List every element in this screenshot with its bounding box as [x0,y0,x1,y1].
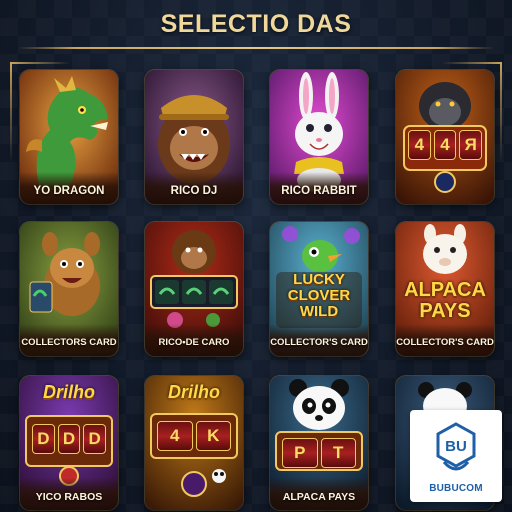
reel: D [32,424,55,454]
reel: Я [459,130,483,160]
game-card-rico-dj[interactable]: RICO DJ [145,70,243,204]
frame-corner-left [10,62,12,162]
reel: 4 [408,130,431,160]
reel: 4 [433,130,457,160]
reel: 4 [157,421,193,451]
reel: P [282,438,318,468]
frame-corner-right [500,62,502,162]
reel: D [83,424,107,454]
game-title: RICO•DE CARO [158,337,230,348]
brand-watermark: BU BUBUCOM [410,410,502,502]
bubu-logo-icon: BU [436,422,476,471]
game-title: RICO DJ [170,185,218,197]
game-card-drilho-slot[interactable]: Drilho 4 K [145,376,243,510]
game-title: ALPACA PAYS [282,491,356,503]
game-card-gorilla-slot[interactable]: 44Я [396,70,494,204]
game-card-alpaca-pays[interactable]: ALPACA PAYS COLLECTOR'S CARD [396,222,494,356]
slot-reels: D D D [32,424,107,454]
game-card-lucky-clover-wild[interactable]: LUCKY CLOVER WILD COLLECTOR'S CARD [270,222,368,356]
game-logo: Drilho [43,382,95,402]
watermark-text: BUBUCOM [429,483,483,494]
game-logo: ALPACA PAYS [404,279,486,322]
slot-reels: 44Я [408,130,483,160]
watermark-monogram: BU [445,438,467,455]
reel: T [320,438,356,468]
game-title: YO DRAGON [33,185,105,197]
game-title: COLLECTOR'S CARD [396,337,494,348]
game-title: COLLECTORS CARD [21,337,117,348]
slot-reels: P T [282,438,356,468]
reel: D [57,424,81,454]
game-card-rico-rabbit[interactable]: RICO RABBIT [270,70,368,204]
game-card-yico-rabos[interactable]: Drilho D D D YICO RABOS [20,376,118,510]
frame-corner-left-top [10,62,70,64]
frame-corner-right-top [442,62,502,64]
reel: K [195,421,231,451]
game-logo: LUCKY CLOVER WILD [287,271,351,320]
game-title: YICO RABOS [35,491,103,503]
slot-reels: 4 K [157,421,231,451]
game-card-rico-de-caro[interactable]: RICO•DE CARO [145,222,243,356]
game-logo: Drilho [168,382,220,402]
game-title: RICO RABBIT [281,185,357,197]
game-card-collectors-card[interactable]: COLLECTORS CARD [20,222,118,356]
title-divider [18,47,494,49]
game-card-yo-dragon[interactable]: YO DRAGON [20,70,118,204]
game-card-alpaca-pays-panda[interactable]: P T ALPACA PAYS [270,376,368,510]
page-title: SELECTIO DAS [160,10,352,38]
game-title: COLLECTOR'S CARD [270,337,368,348]
